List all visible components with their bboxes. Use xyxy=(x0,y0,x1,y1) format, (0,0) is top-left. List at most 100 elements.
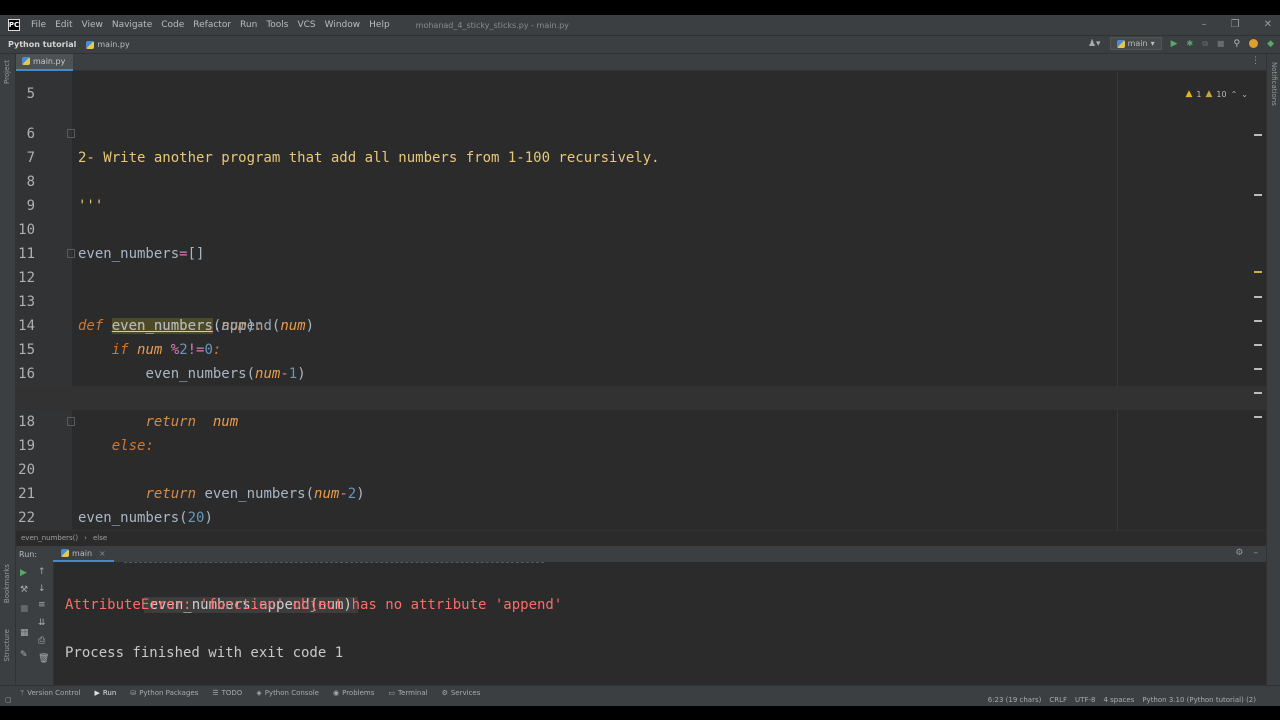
code-line: 21 even_numbers(20) xyxy=(16,458,1266,526)
structure-tool-label[interactable]: Structure xyxy=(3,629,11,662)
scroll-marker[interactable] xyxy=(1254,296,1262,298)
run-icon[interactable]: ▶ xyxy=(1171,39,1178,49)
gear-icon[interactable]: ⚙ xyxy=(1235,548,1243,558)
code-line: 12 def even_numbers(num): xyxy=(16,242,1266,334)
restore-icon[interactable]: ❐ xyxy=(1231,19,1240,30)
trash-icon[interactable]: 🗑 xyxy=(38,654,49,664)
nav-project[interactable]: Python tutorial xyxy=(8,40,76,49)
menu-navigate[interactable]: Navigate xyxy=(108,20,156,30)
scroll-marker[interactable] xyxy=(1254,392,1262,394)
line-separator[interactable]: CRLF xyxy=(1049,696,1067,704)
menu-tools[interactable]: Tools xyxy=(262,20,292,30)
tool-label: Python Console xyxy=(264,688,319,697)
nav-file[interactable]: main.py xyxy=(86,40,130,49)
window-controls: – ❐ ✕ xyxy=(1202,19,1272,30)
run-config-tab[interactable]: main × xyxy=(53,546,114,562)
update-icon[interactable] xyxy=(1249,39,1259,48)
wrench-icon[interactable]: ⚒ xyxy=(20,585,28,595)
scroll-marker[interactable] xyxy=(1254,344,1262,346)
clipped-output-line xyxy=(124,562,544,566)
tool-terminal[interactable]: ▭ Terminal xyxy=(388,689,427,697)
tool-problems[interactable]: ◉ Problems xyxy=(333,689,374,697)
menu-code[interactable]: Code xyxy=(157,20,188,30)
fold-marker-icon[interactable] xyxy=(67,129,75,138)
breadcrumb-else[interactable]: else xyxy=(93,534,107,542)
code-line: 7 ''' xyxy=(16,122,1266,214)
settings-icon[interactable]: ◆ xyxy=(1267,39,1274,49)
user-icon[interactable]: ♟▾ xyxy=(1088,39,1101,49)
tool-version-control[interactable]: ᛘ Version Control xyxy=(20,689,80,697)
scroll-to-end-icon[interactable]: ⇊ xyxy=(38,618,46,628)
code-editor[interactable]: ▲ 1 ▲ 10 ⌃ ⌄ 5 6 2- Write another progra… xyxy=(16,71,1266,530)
menu-refactor[interactable]: Refactor xyxy=(189,20,235,30)
run-config-tab-label: main xyxy=(72,548,93,558)
rerun-icon[interactable]: ▶ xyxy=(20,568,27,578)
menu-window[interactable]: Window xyxy=(321,20,365,30)
bookmarks-tool-label[interactable]: Bookmarks xyxy=(3,564,11,603)
menu-help[interactable]: Help xyxy=(365,20,394,30)
print-icon[interactable]: ⎙ xyxy=(38,636,45,646)
layout-icon[interactable]: ▦ xyxy=(20,628,29,638)
status-items: 6:23 (19 chars) CRLF UTF-8 4 spaces Pyth… xyxy=(988,696,1256,704)
status-layout-icon[interactable]: ▢ xyxy=(5,696,12,704)
scroll-marker[interactable] xyxy=(1254,416,1262,418)
menu-edit[interactable]: Edit xyxy=(51,20,76,30)
scroll-marker[interactable] xyxy=(1254,134,1262,136)
run-icon: ▶ xyxy=(94,688,100,697)
run-toolbar: ▶ ↑ ⚒ ↓ ■ ≡ ⇊ ▦ ⎙ ✎ 🗑 xyxy=(16,562,54,685)
console-exit-line: Process finished with exit code 1 xyxy=(65,645,344,661)
scroll-up-icon[interactable]: ↑ xyxy=(38,567,46,577)
scroll-marker[interactable] xyxy=(1254,368,1262,370)
tool-run[interactable]: ▶ Run xyxy=(94,689,116,697)
code-line: 9 xyxy=(16,170,1266,214)
menu-file[interactable]: File xyxy=(27,20,50,30)
fold-marker-icon[interactable] xyxy=(67,249,75,258)
python-interpreter[interactable]: Python 3.10 (Python tutorial) (2) xyxy=(1142,696,1256,704)
search-icon[interactable]: ⚲ xyxy=(1233,39,1240,49)
editor-tab-bar: main.py ⋮ xyxy=(16,53,1266,71)
notifications-tool-label[interactable]: Notifications xyxy=(1270,62,1278,106)
close-icon[interactable]: ✕ xyxy=(1264,19,1272,30)
scroll-marker[interactable] xyxy=(1254,271,1262,273)
breadcrumb-function[interactable]: even_numbers() xyxy=(21,534,78,542)
project-tool-label[interactable]: Project xyxy=(3,60,11,84)
code-line: 20 xyxy=(16,434,1266,478)
scroll-marker[interactable] xyxy=(1254,320,1262,322)
caret-position[interactable]: 6:23 (19 chars) xyxy=(988,696,1042,704)
code-line: 23 xyxy=(16,506,1266,530)
stop-icon[interactable]: ■ xyxy=(20,604,29,614)
menu-view[interactable]: View xyxy=(78,20,107,30)
close-tab-icon[interactable]: × xyxy=(99,549,106,558)
scroll-down-icon[interactable]: ↓ xyxy=(38,584,46,594)
tool-todo[interactable]: ☰ TODO xyxy=(212,689,242,697)
menu-vcs[interactable]: VCS xyxy=(293,20,319,30)
pin-icon[interactable]: ✎ xyxy=(20,650,28,660)
debug-icon[interactable]: ✱ xyxy=(1187,39,1194,48)
nav-toolbar: ♟▾ main ▾ ▶ ✱ ⧉ ■ ⚲ ◆ xyxy=(1088,37,1274,50)
ide-window: PC File Edit View Navigate Code Refactor… xyxy=(0,15,1280,706)
stop-icon[interactable]: ■ xyxy=(1217,39,1225,48)
run-console[interactable]: even_numbers.append(num) AttributeError:… xyxy=(54,562,1266,685)
tool-python-packages[interactable]: ⛁ Python Packages xyxy=(130,689,198,697)
fold-marker-icon[interactable] xyxy=(67,417,75,426)
tool-label: Version Control xyxy=(27,688,81,697)
code-line: 19 return even_numbers(num-2) xyxy=(16,410,1266,502)
pycharm-logo-icon: PC xyxy=(8,19,20,31)
indent-setting[interactable]: 4 spaces xyxy=(1103,696,1134,704)
code-line: 11 xyxy=(16,218,1266,262)
more-tabs-icon[interactable]: ⋮ xyxy=(1251,56,1260,66)
menu-run[interactable]: Run xyxy=(236,20,261,30)
code-line: 6 2- Write another program that add all … xyxy=(16,98,1266,166)
file-encoding[interactable]: UTF-8 xyxy=(1075,696,1095,704)
breadcrumb-separator-icon: › xyxy=(84,534,87,542)
run-panel-label: Run: xyxy=(19,549,38,559)
tab-main-py[interactable]: main.py xyxy=(16,53,74,71)
tool-services[interactable]: ⚙ Services xyxy=(442,689,481,697)
soft-wrap-icon[interactable]: ≡ xyxy=(38,600,46,610)
run-config-selector[interactable]: main ▾ xyxy=(1109,37,1162,50)
coverage-icon[interactable]: ⧉ xyxy=(1202,39,1208,49)
tool-python-console[interactable]: ◈ Python Console xyxy=(256,689,319,697)
hide-panel-icon[interactable]: – xyxy=(1254,548,1259,558)
minimize-icon[interactable]: – xyxy=(1202,19,1207,30)
scroll-marker[interactable] xyxy=(1254,194,1262,196)
